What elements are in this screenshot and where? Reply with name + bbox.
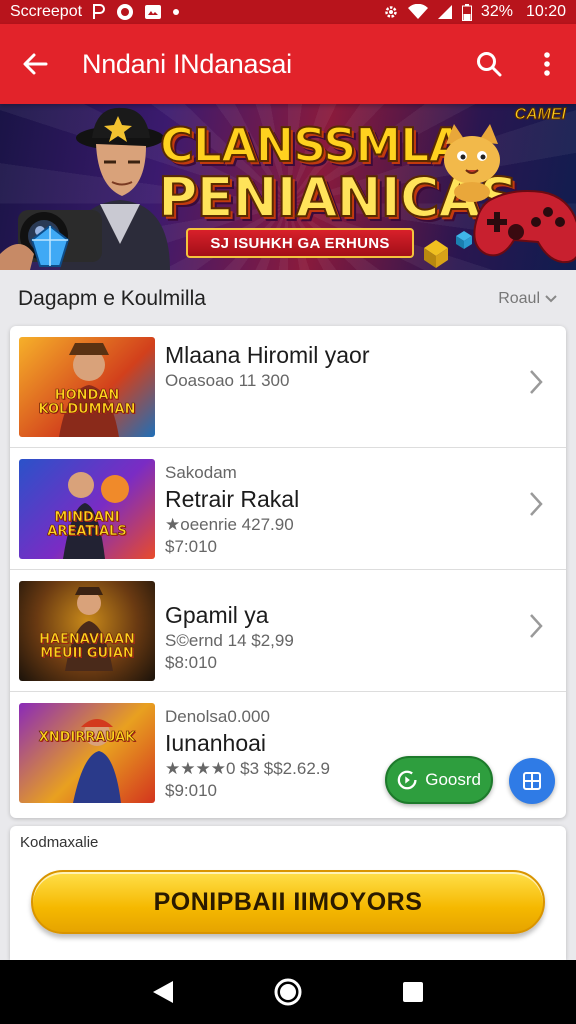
grid-view-button[interactable] [509, 758, 555, 804]
section-title: Dagapm e Koulmilla [18, 287, 206, 310]
go-button[interactable]: Goosrd [385, 756, 493, 804]
back-button[interactable] [0, 24, 70, 104]
app-bar: Nndani INdanasai [0, 24, 576, 104]
refresh-icon [397, 770, 417, 790]
chevron-right-icon [530, 492, 543, 516]
cube-icons [424, 231, 472, 268]
primary-action-button[interactable]: PONIPBAII IIMOYORS [31, 870, 545, 934]
banner-ribbon: SJ ISUHKH GA ERHUNS [186, 228, 414, 258]
page-title: Nndani INdanasai [82, 48, 292, 79]
item-price: $7:010 [165, 537, 217, 556]
wifi-icon [407, 4, 428, 20]
game-thumbnail: MINDANI AREATIALS [19, 459, 155, 559]
search-icon [477, 52, 502, 77]
banner-badge: CAMEl [514, 106, 567, 124]
more-options-button[interactable] [518, 24, 576, 104]
gamepad-icon [473, 190, 576, 264]
bottom-label: Kodmaxalie [20, 834, 99, 851]
item-subtitle: Sakodam [165, 463, 237, 482]
go-button-label: Goosrd [425, 770, 481, 789]
sort-dropdown[interactable]: Roaul [498, 290, 558, 308]
item-title: Retrair Rakal [165, 486, 300, 512]
list-item[interactable]: MINDANI AREATIALS Sakodam Retrair Rakal … [10, 448, 566, 570]
carrier-text: Sccreepot [10, 3, 83, 20]
item-meta: ★oeenrie 427.90 [165, 515, 294, 534]
game-thumbnail: HAENAVIAAN MEUII GUIAN [19, 581, 155, 681]
nav-home-button[interactable] [258, 962, 318, 1022]
triangle-back-icon [152, 981, 173, 1003]
item-title: Gpamil ya [165, 602, 269, 628]
item-title: Iunanhoai [165, 730, 267, 756]
game-list: HONDAN KOLDUMMAN Mlaana Hiromil yaor Ooa… [10, 326, 566, 818]
battery-icon [461, 3, 472, 21]
promo-banner[interactable]: CLANSSMLA PENIANICAS SJ ISUHKH GA ERHUNS… [0, 104, 576, 270]
list-item[interactable]: HAENAVIAAN MEUII GUIAN Gpamil ya S©ernd … [10, 570, 566, 692]
list-item[interactable]: HONDAN KOLDUMMAN Mlaana Hiromil yaor Ooa… [10, 326, 566, 448]
battery-percent: 32% [480, 3, 513, 20]
record-icon [116, 3, 134, 21]
bottom-panel: Kodmaxalie PONIPBAII IIMOYORS [10, 826, 566, 960]
section-header: Dagapm e Koulmilla Roaul [0, 270, 576, 328]
gear-icon [383, 4, 399, 20]
dot-icon [172, 8, 180, 16]
arrow-left-icon [23, 53, 48, 75]
banner-title-line-1: CLANSSMLA [159, 117, 465, 173]
item-price: $8:010 [165, 653, 217, 672]
thumbnail-label: MINDANI AREATIALS [47, 510, 127, 539]
chevron-right-icon [530, 370, 543, 394]
more-vertical-icon [544, 52, 550, 76]
item-meta: Ooasoao 11 300 [165, 371, 290, 390]
grid-icon [523, 772, 541, 790]
photo-icon [144, 4, 162, 20]
sort-label: Roaul [498, 290, 540, 307]
gem-icon [30, 224, 70, 267]
status-bar: Sccreepot 32% 10:20 [0, 0, 576, 24]
clock-time: 10:20 [525, 3, 566, 20]
item-meta: S©ernd 14 $2,99 [165, 631, 294, 650]
hero-character-image [0, 107, 170, 270]
nav-recents-button[interactable] [383, 962, 443, 1022]
thumbnail-label: XNDIRRAUAK [38, 730, 136, 745]
chevron-right-icon [530, 614, 543, 638]
system-nav-bar [0, 960, 576, 1024]
square-recents-icon [403, 982, 424, 1002]
thumbnail-label: HONDAN KOLDUMMAN [38, 388, 136, 417]
search-button[interactable] [460, 24, 518, 104]
circle-home-icon [274, 978, 302, 1006]
p-icon [92, 4, 106, 20]
game-thumbnail: XNDIRRAUAK [19, 703, 155, 803]
signal-icon [437, 4, 453, 20]
nav-back-button[interactable] [133, 962, 193, 1022]
item-title: Mlaana Hiromil yaor [165, 342, 370, 368]
game-thumbnail: HONDAN KOLDUMMAN [19, 337, 155, 437]
thumbnail-label: HAENAVIAAN MEUII GUIAN [39, 632, 135, 661]
item-subtitle: Denolsa0.000 [165, 707, 270, 726]
chevron-down-icon [545, 295, 557, 303]
